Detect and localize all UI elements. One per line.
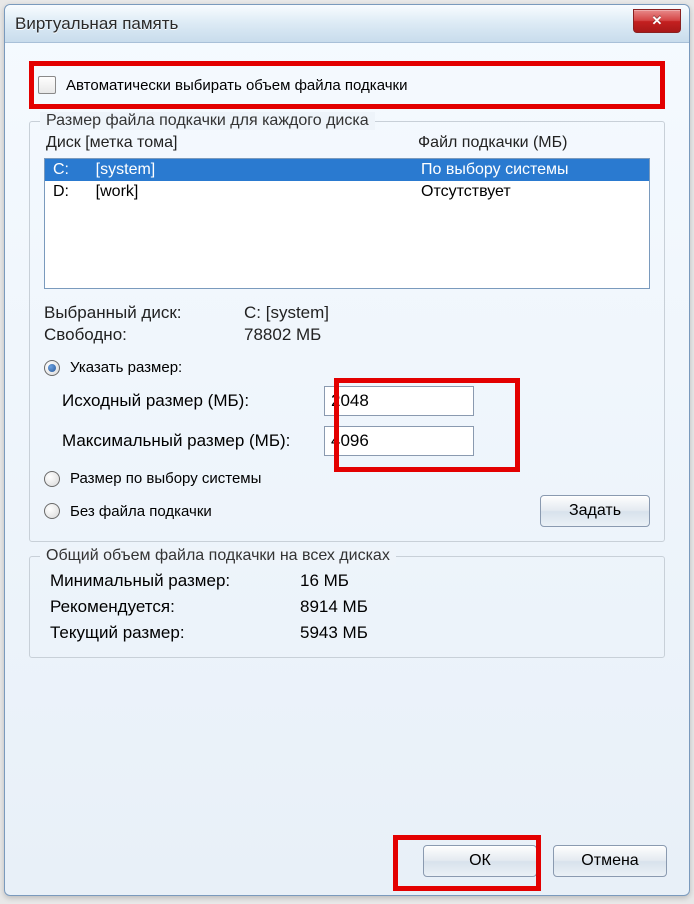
close-button[interactable]: ✕	[633, 9, 681, 33]
selected-drive-value: C: [system]	[244, 303, 329, 323]
system-size-radio-row[interactable]: Размер по выбору системы	[44, 470, 650, 487]
no-pagefile-radio[interactable]	[44, 503, 60, 519]
min-size-row: Минимальный размер: 16 МБ	[44, 571, 650, 591]
totals-groupbox: Общий объем файла подкачки на всех диска…	[29, 556, 665, 658]
selected-drive-label: Выбранный диск:	[44, 303, 244, 323]
dialog-body: Автоматически выбирать объем файла подка…	[5, 43, 689, 829]
rec-size-value: 8914 МБ	[300, 597, 368, 617]
virtual-memory-dialog: Виртуальная память ✕ Автоматически выбир…	[4, 4, 690, 896]
header-drive: Диск [метка тома]	[46, 134, 418, 152]
selected-drive-row: Выбранный диск: C: [system]	[44, 303, 650, 323]
system-size-label: Размер по выбору системы	[70, 470, 261, 487]
free-space-label: Свободно:	[44, 325, 244, 345]
free-space-value: 78802 МБ	[244, 325, 321, 345]
ok-button[interactable]: ОК	[423, 845, 537, 877]
per-drive-title: Размер файла подкачки для каждого диска	[40, 112, 375, 130]
auto-manage-checkbox[interactable]	[38, 76, 56, 94]
titlebar[interactable]: Виртуальная память ✕	[5, 5, 689, 43]
per-drive-groupbox: Размер файла подкачки для каждого диска …	[29, 121, 665, 542]
initial-size-input[interactable]	[324, 386, 474, 416]
window-title: Виртуальная память	[15, 14, 178, 34]
custom-size-label: Указать размер:	[70, 359, 182, 376]
cur-size-value: 5943 МБ	[300, 623, 368, 643]
drive-list-header: Диск [метка тома] Файл подкачки (МБ)	[44, 130, 650, 159]
close-icon: ✕	[652, 13, 663, 29]
pagefile-col: Отсутствует	[421, 183, 641, 201]
custom-size-radio-row[interactable]: Указать размер:	[44, 359, 650, 376]
initial-size-label: Исходный размер (МБ):	[44, 391, 324, 411]
header-pagefile: Файл подкачки (МБ)	[418, 134, 648, 152]
auto-manage-row[interactable]: Автоматически выбирать объем файла подка…	[29, 61, 665, 109]
set-button[interactable]: Задать	[540, 495, 650, 527]
free-space-row: Свободно: 78802 МБ	[44, 325, 650, 345]
dialog-footer: ОК Отмена	[5, 829, 689, 895]
rec-size-label: Рекомендуется:	[50, 597, 300, 617]
cancel-button[interactable]: Отмена	[553, 845, 667, 877]
rec-size-row: Рекомендуется: 8914 МБ	[44, 597, 650, 617]
totals-title: Общий объем файла подкачки на всех диска…	[40, 547, 396, 565]
custom-size-radio[interactable]	[44, 360, 60, 376]
cur-size-label: Текущий размер:	[50, 623, 300, 643]
pagefile-col: По выбору системы	[421, 161, 641, 179]
drive-col: D: [work]	[53, 183, 421, 201]
initial-size-row: Исходный размер (МБ):	[44, 386, 650, 416]
max-size-row: Максимальный размер (МБ):	[44, 426, 650, 456]
cur-size-row: Текущий размер: 5943 МБ	[44, 623, 650, 643]
min-size-value: 16 МБ	[300, 571, 349, 591]
list-item[interactable]: C: [system] По выбору системы	[45, 159, 649, 181]
list-item[interactable]: D: [work] Отсутствует	[45, 181, 649, 203]
size-inputs: Исходный размер (МБ): Максимальный разме…	[44, 386, 650, 456]
auto-manage-label: Автоматически выбирать объем файла подка…	[66, 77, 407, 94]
max-size-label: Максимальный размер (МБ):	[44, 431, 324, 451]
system-size-radio[interactable]	[44, 471, 60, 487]
drive-col: C: [system]	[53, 161, 421, 179]
drive-list[interactable]: C: [system] По выбору системы D: [work] …	[44, 159, 650, 289]
max-size-input[interactable]	[324, 426, 474, 456]
no-pagefile-row: Без файла подкачки Задать	[44, 495, 650, 527]
min-size-label: Минимальный размер:	[50, 571, 300, 591]
no-pagefile-radio-row[interactable]: Без файла подкачки	[44, 503, 212, 520]
no-pagefile-label: Без файла подкачки	[70, 503, 212, 520]
